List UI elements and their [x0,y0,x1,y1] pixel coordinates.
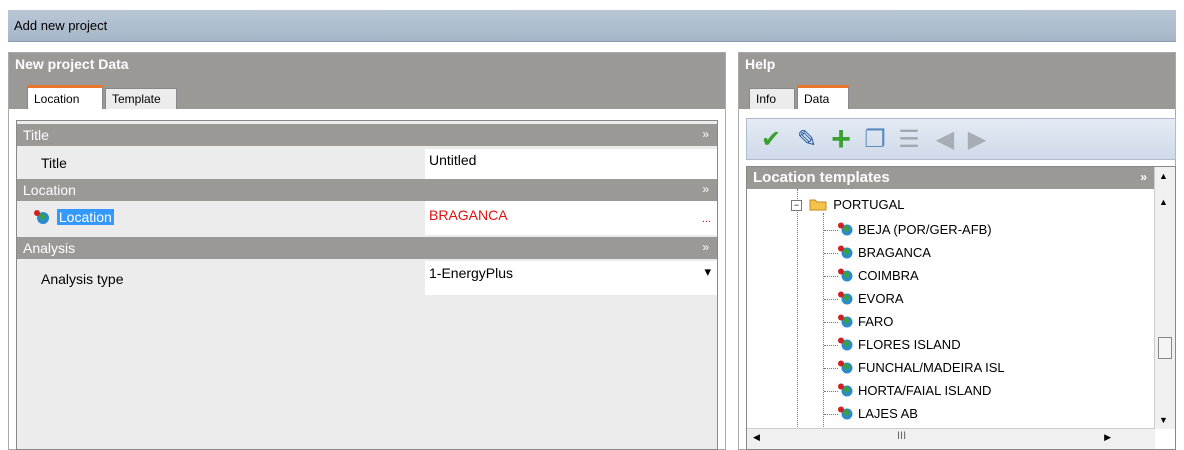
location-globe-icon [838,245,853,259]
folder-label: PORTUGAL [833,197,905,212]
tree-item-location[interactable]: LAJES AB [837,406,918,421]
collapse-chevron-icon[interactable]: » [1140,170,1147,184]
new-project-header: New project Data [9,53,725,75]
add-icon[interactable]: + [827,120,855,158]
tree-connector [797,189,798,429]
dropdown-arrow-icon[interactable]: ▾ [704,264,711,280]
tree-connector [824,276,838,277]
analysis-type-select[interactable]: 1-EnergyPlus ▾ [425,261,717,295]
collapse-chevron-icon[interactable]: » [702,240,709,254]
scroll-up-small-icon[interactable]: ▲ [1159,197,1168,207]
location-globe-icon [838,406,853,420]
location-value: BRAGANCA [429,207,508,223]
tree-item-label: EVORA [858,291,904,306]
tree-item-label: BEJA (POR/GER-AFB) [858,222,992,237]
window-titlebar: Add new project [8,10,1176,42]
vertical-scrollbar[interactable]: ▲ ▲ ▼ [1154,167,1175,429]
tab-info[interactable]: Info [749,88,795,109]
category-title[interactable]: Title » [17,124,717,146]
vertical-scroll-thumb[interactable] [1158,337,1172,359]
tree-item-location[interactable]: FARO [837,314,893,329]
property-row-location[interactable]: Location BRAGANCA ... [17,201,717,235]
location-templates-tree[interactable]: Location templates » − PORTUGAL BEJA (PO… [746,166,1176,450]
location-globe-icon [838,291,853,305]
tree-connector [823,213,824,429]
window-title: Add new project [14,18,108,33]
tab-location[interactable]: Location [27,85,103,109]
tree-item-location[interactable]: FLORES ISLAND [837,337,961,352]
location-templates-title: Location templates [753,169,890,186]
tree-connector [824,253,838,254]
property-name-location: Location [33,209,114,225]
list-icon[interactable]: ☰ [895,125,923,153]
location-value-field[interactable]: BRAGANCA ... [425,201,717,235]
category-analysis-label: Analysis [23,240,76,256]
collapse-chevron-icon[interactable]: » [702,127,709,141]
copy-icon[interactable]: ❐ [861,125,889,153]
tree-connector [824,368,838,369]
tree-connector [824,299,838,300]
collapse-chevron-icon[interactable]: » [702,182,709,196]
location-globe-icon [838,360,853,374]
property-row-title[interactable]: Title Untitled [17,149,717,179]
property-name-title: Title [41,155,67,171]
left-tabstrip: Location Template [9,75,725,109]
tree-item-label: FUNCHAL/MADEIRA ISL [858,360,1005,375]
tab-template[interactable]: Template [105,88,177,109]
category-analysis[interactable]: Analysis » [17,237,717,259]
analysis-type-value: 1-EnergyPlus [429,265,514,281]
location-globe-icon [838,337,853,351]
tree-connector [824,391,838,392]
right-tabstrip: Info Data [739,75,1175,109]
tree-item-label: LAJES AB [858,406,918,421]
tree-item-location[interactable]: HORTA/FAIAL ISLAND [837,383,991,398]
tab-data[interactable]: Data [797,85,849,109]
title-value-field[interactable]: Untitled [425,149,717,179]
tree-item-label: FARO [858,314,894,329]
location-globe-icon [838,222,853,236]
check-icon[interactable]: ✔ [757,125,785,153]
horizontal-scrollbar[interactable]: ◀ III ▶ [747,428,1155,449]
tree-item-location[interactable]: EVORA [837,291,904,306]
folder-icon [809,199,827,211]
location-globe-icon [838,314,853,328]
tree-connector [824,230,838,231]
edit-icon[interactable]: ✎ [793,125,821,153]
help-header: Help [739,53,1175,75]
tree-item-label: BRAGANCA [858,245,931,260]
tree-item-location[interactable]: BEJA (POR/GER-AFB) [837,222,992,237]
tree-item-location[interactable]: FUNCHAL/MADEIRA ISL [837,360,1005,375]
tree-item-label: FLORES ISLAND [858,337,961,352]
category-location[interactable]: Location » [17,179,717,201]
data-toolbar: ✔ ✎ + ❐ ☰ ◀ ▶ [746,118,1176,160]
location-label: Location [56,209,114,225]
tree-item-location[interactable]: COIMBRA [837,268,919,283]
location-templates-header: Location templates » [747,167,1155,189]
category-title-label: Title [23,127,49,143]
horizontal-scroll-thumb[interactable]: III [897,430,906,442]
property-grid: Title » Title Untitled Location » Locati… [16,120,718,450]
scroll-up-icon[interactable]: ▲ [1159,171,1168,181]
scroll-left-icon[interactable]: ◀ [753,432,760,443]
scroll-down-icon[interactable]: ▼ [1159,415,1168,425]
property-row-analysis-type[interactable]: Analysis type 1-EnergyPlus ▾ [17,261,717,295]
tree-connector [824,345,838,346]
tree-connector [824,414,838,415]
location-globe-icon [838,268,853,282]
property-name-analysis-type: Analysis type [41,271,124,287]
tree-item-location[interactable]: BRAGANCA [837,245,931,260]
location-browse-button[interactable]: ... [702,213,711,225]
location-globe-icon [34,210,49,224]
scroll-right-icon[interactable]: ▶ [1104,432,1111,443]
next-icon[interactable]: ▶ [963,125,991,153]
location-globe-icon [838,383,853,397]
collapse-toggle-icon[interactable]: − [791,200,802,211]
tree-item-label: HORTA/FAIAL ISLAND [858,383,992,398]
prev-icon[interactable]: ◀ [931,125,959,153]
tree-item-label: COIMBRA [858,268,919,283]
tree-folder-portugal[interactable]: − PORTUGAL [791,197,905,212]
category-location-label: Location [23,182,76,198]
tree-connector [824,322,838,323]
